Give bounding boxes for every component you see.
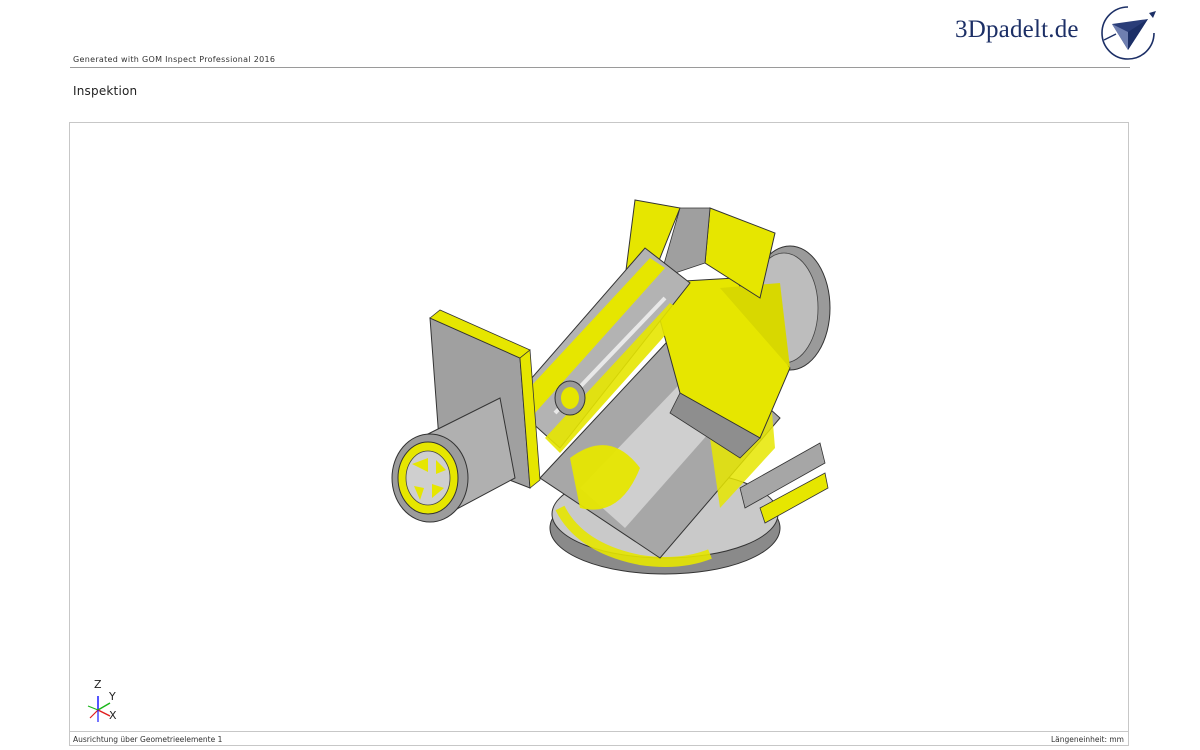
axis-z-label: Z (94, 678, 102, 691)
axis-y-label: Y (108, 690, 116, 703)
logo-text: 3Dpadelt.de (955, 16, 1079, 43)
scanned-part-3d-model (391, 199, 831, 575)
generated-with-label: Generated with GOM Inspect Professional … (73, 55, 276, 64)
header-divider (70, 67, 1130, 68)
inspection-viewport: Z Y X Ausrichtung über Geometrieelemente… (69, 122, 1129, 746)
3dpadelt-logo-icon (1101, 6, 1156, 60)
length-unit-label: Längeneinheit: mm (1050, 735, 1124, 744)
brand-logo: 3Dpadelt.de (955, 2, 1160, 64)
footer-divider (70, 731, 1128, 732)
alignment-label: Ausrichtung über Geometrieelemente 1 (73, 735, 223, 744)
page-title: Inspektion (73, 84, 138, 98)
axis-triad-icon: Z Y X (87, 678, 117, 722)
axis-x-label: X (109, 709, 117, 722)
